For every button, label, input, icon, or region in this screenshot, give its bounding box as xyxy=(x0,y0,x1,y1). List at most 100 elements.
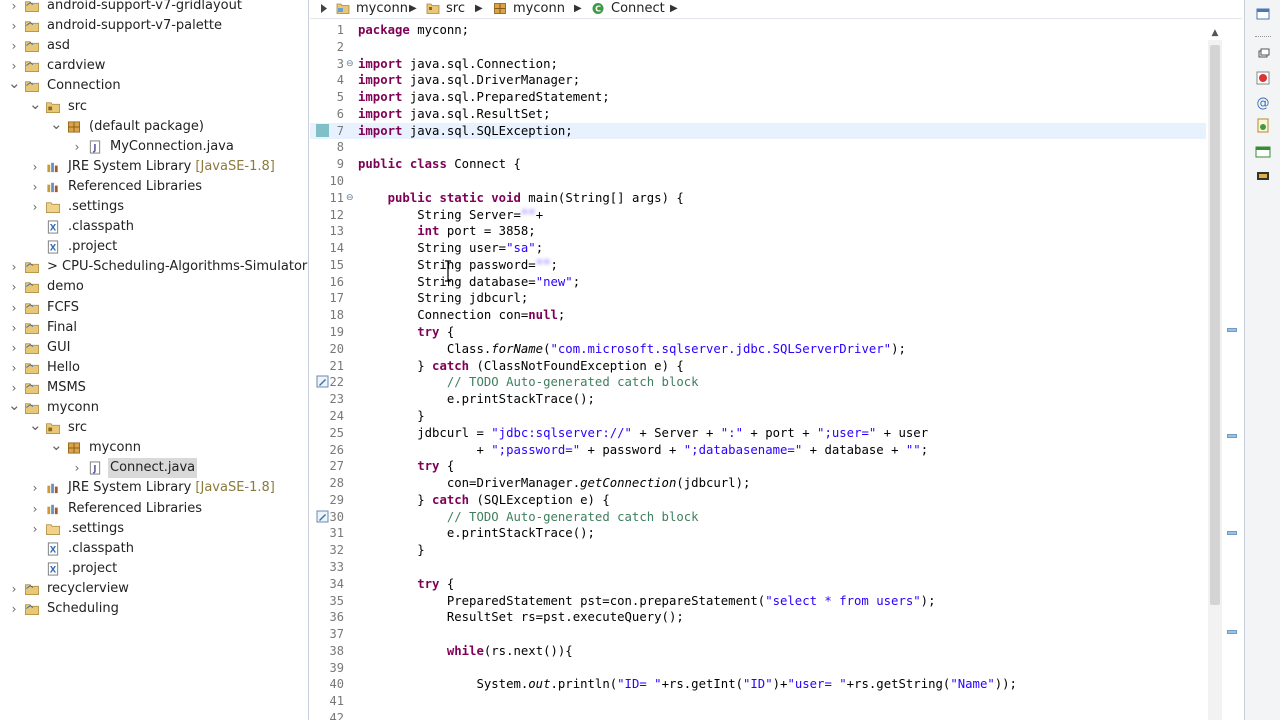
console-icon[interactable] xyxy=(1255,144,1271,160)
expand-arrow-icon[interactable]: › xyxy=(8,36,20,56)
expand-arrow-icon[interactable]: › xyxy=(29,478,41,498)
restore-icon[interactable] xyxy=(1255,6,1271,22)
code-line[interactable]: 10 xyxy=(310,173,1206,190)
code-line[interactable]: 2 xyxy=(310,39,1206,56)
tree-item[interactable]: ⌄ (default package) xyxy=(0,116,308,137)
code-line[interactable]: 26 + ";password=" + password + ";databas… xyxy=(310,442,1206,459)
tree-item[interactable]: › android-support-v7-gridlayout xyxy=(0,0,308,16)
declaration-icon[interactable] xyxy=(1255,118,1271,134)
code-line[interactable]: 24 } xyxy=(310,408,1206,425)
collapse-arrow-icon[interactable]: ⌄ xyxy=(50,438,63,458)
code-line[interactable]: 8 xyxy=(310,139,1206,156)
code-line[interactable]: 1 package myconn; xyxy=(310,22,1206,39)
tree-item[interactable]: › JRE System Library [JavaSE-1.8] xyxy=(0,157,308,177)
code-line[interactable]: 25 jdbcurl = "jdbc:sqlserver://" + Serve… xyxy=(310,425,1206,442)
collapse-arrow-icon[interactable]: ⌄ xyxy=(29,418,42,438)
tree-item[interactable]: › Scheduling xyxy=(0,599,308,619)
scroll-up-icon[interactable]: ▲ xyxy=(1208,26,1222,40)
code-line[interactable]: 7 import java.sql.SQLException; xyxy=(310,122,1206,140)
vertical-scrollbar[interactable] xyxy=(1208,40,1222,720)
overview-marker[interactable] xyxy=(1227,531,1237,535)
code-line[interactable]: 5 import java.sql.PreparedStatement; xyxy=(310,89,1206,106)
breadcrumb-project[interactable]: myconn xyxy=(356,0,408,18)
overview-marker[interactable] xyxy=(1227,328,1237,332)
code-line[interactable]: 38 while(rs.next()){ xyxy=(310,643,1206,660)
expand-arrow-icon[interactable]: › xyxy=(71,137,83,157)
tree-item[interactable]: X .project xyxy=(0,559,308,579)
code-line[interactable]: 23 e.printStackTrace(); xyxy=(310,391,1206,408)
expand-arrow-icon[interactable]: › xyxy=(71,458,83,478)
code-line[interactable]: 13 int port = 3858; xyxy=(310,223,1206,240)
tree-item[interactable]: › android-support-v7-palette xyxy=(0,16,308,36)
fold-toggle-icon[interactable]: ⊖ xyxy=(346,59,354,69)
code-line[interactable]: 12 String Server=""+ xyxy=(310,207,1206,224)
code-line[interactable]: 42 xyxy=(310,710,1206,720)
breadcrumb-src[interactable]: src xyxy=(446,0,465,18)
expand-arrow-icon[interactable]: › xyxy=(29,157,41,177)
tree-item[interactable]: › .settings xyxy=(0,197,308,217)
expand-arrow-icon[interactable]: › xyxy=(8,56,20,76)
code-line[interactable]: 22 // TODO Auto-generated catch block xyxy=(310,374,1206,391)
tree-item[interactable]: › Referenced Libraries xyxy=(0,177,308,197)
scrollbar-thumb[interactable] xyxy=(1210,45,1220,605)
tree-item[interactable]: › asd xyxy=(0,36,308,56)
tree-item[interactable]: ⌄ myconn xyxy=(0,398,308,418)
expand-arrow-icon[interactable]: › xyxy=(29,177,41,197)
code-line[interactable]: 39 xyxy=(310,660,1206,677)
code-line[interactable]: 17 String jdbcurl; xyxy=(310,290,1206,307)
expand-arrow-icon[interactable]: › xyxy=(8,257,20,277)
expand-arrow-icon[interactable]: › xyxy=(29,519,41,539)
expand-arrow-icon[interactable]: › xyxy=(29,197,41,217)
expand-arrow-icon[interactable]: › xyxy=(29,499,41,519)
tree-item[interactable]: › demo xyxy=(0,277,308,297)
expand-arrow-icon[interactable]: › xyxy=(8,318,20,338)
tree-item[interactable]: X .project xyxy=(0,237,308,257)
task-marker-icon[interactable] xyxy=(316,375,329,388)
expand-arrow-icon[interactable]: › xyxy=(8,599,20,619)
overview-marker[interactable] xyxy=(1227,434,1237,438)
code-line[interactable]: 27 try { xyxy=(310,458,1206,475)
code-line[interactable]: 34 try { xyxy=(310,576,1206,593)
code-line[interactable]: 35 PreparedStatement pst=con.prepareStat… xyxy=(310,593,1206,610)
code-line[interactable]: 14 String user="sa"; xyxy=(310,240,1206,257)
code-area[interactable]: 1 package myconn; 2 3 ⊖ import java.sql.Conne… xyxy=(310,22,1210,720)
code-line[interactable]: 28 con=DriverManager.getConnection(jdbcu… xyxy=(310,475,1206,492)
tree-item[interactable]: X .classpath xyxy=(0,539,308,559)
javadoc-icon[interactable]: @ xyxy=(1255,94,1271,110)
code-line[interactable]: 30 // TODO Auto-generated catch block xyxy=(310,509,1206,526)
expand-arrow-icon[interactable]: › xyxy=(8,16,20,36)
problems-icon[interactable] xyxy=(1255,70,1271,86)
tree-item[interactable]: › MSMS xyxy=(0,378,308,398)
code-line[interactable]: 4 import java.sql.DriverManager; xyxy=(310,72,1206,89)
collapse-arrow-icon[interactable]: ⌄ xyxy=(8,76,21,96)
code-line[interactable]: 33 xyxy=(310,559,1206,576)
tree-item[interactable]: ⌄ src xyxy=(0,96,308,117)
tree-item[interactable]: › > CPU-Scheduling-Algorithms-Simulator xyxy=(0,257,308,277)
code-line[interactable]: 9 public class Connect { xyxy=(310,156,1206,173)
collapse-arrow-icon[interactable]: ⌄ xyxy=(50,116,63,137)
breadcrumb-class[interactable]: Connect xyxy=(611,0,665,18)
expand-arrow-icon[interactable]: › xyxy=(8,338,20,358)
tree-item[interactable]: › recyclerview xyxy=(0,579,308,599)
expand-arrow-icon[interactable]: › xyxy=(8,358,20,378)
collapse-arrow-icon[interactable]: ⌄ xyxy=(8,398,21,418)
code-line[interactable]: 29 } catch (SQLException e) { xyxy=(310,492,1206,509)
code-line[interactable]: 18 Connection con=null; xyxy=(310,307,1206,324)
expand-arrow-icon[interactable]: › xyxy=(8,579,20,599)
expand-arrow-icon[interactable]: › xyxy=(8,277,20,297)
collapse-arrow-icon[interactable]: ⌄ xyxy=(29,96,42,117)
tree-item[interactable]: › Referenced Libraries xyxy=(0,499,308,519)
tree-item[interactable]: ⌄ src xyxy=(0,418,308,438)
tree-item[interactable]: › Hello xyxy=(0,358,308,378)
code-line[interactable]: 37 xyxy=(310,626,1206,643)
fold-toggle-icon[interactable]: ⊖ xyxy=(346,193,354,203)
tree-item[interactable]: X .classpath xyxy=(0,217,308,237)
tree-item[interactable]: › J Connect.java xyxy=(0,458,308,479)
tree-item[interactable]: › JRE System Library [JavaSE-1.8] xyxy=(0,478,308,498)
task-marker-icon[interactable] xyxy=(316,510,329,523)
expand-arrow-icon[interactable]: › xyxy=(8,378,20,398)
breadcrumb-package[interactable]: myconn xyxy=(513,0,565,18)
tree-item[interactable]: ⌄ myconn xyxy=(0,438,308,458)
code-line[interactable]: 6 import java.sql.ResultSet; xyxy=(310,106,1206,123)
tree-item[interactable]: › FCFS xyxy=(0,298,308,318)
